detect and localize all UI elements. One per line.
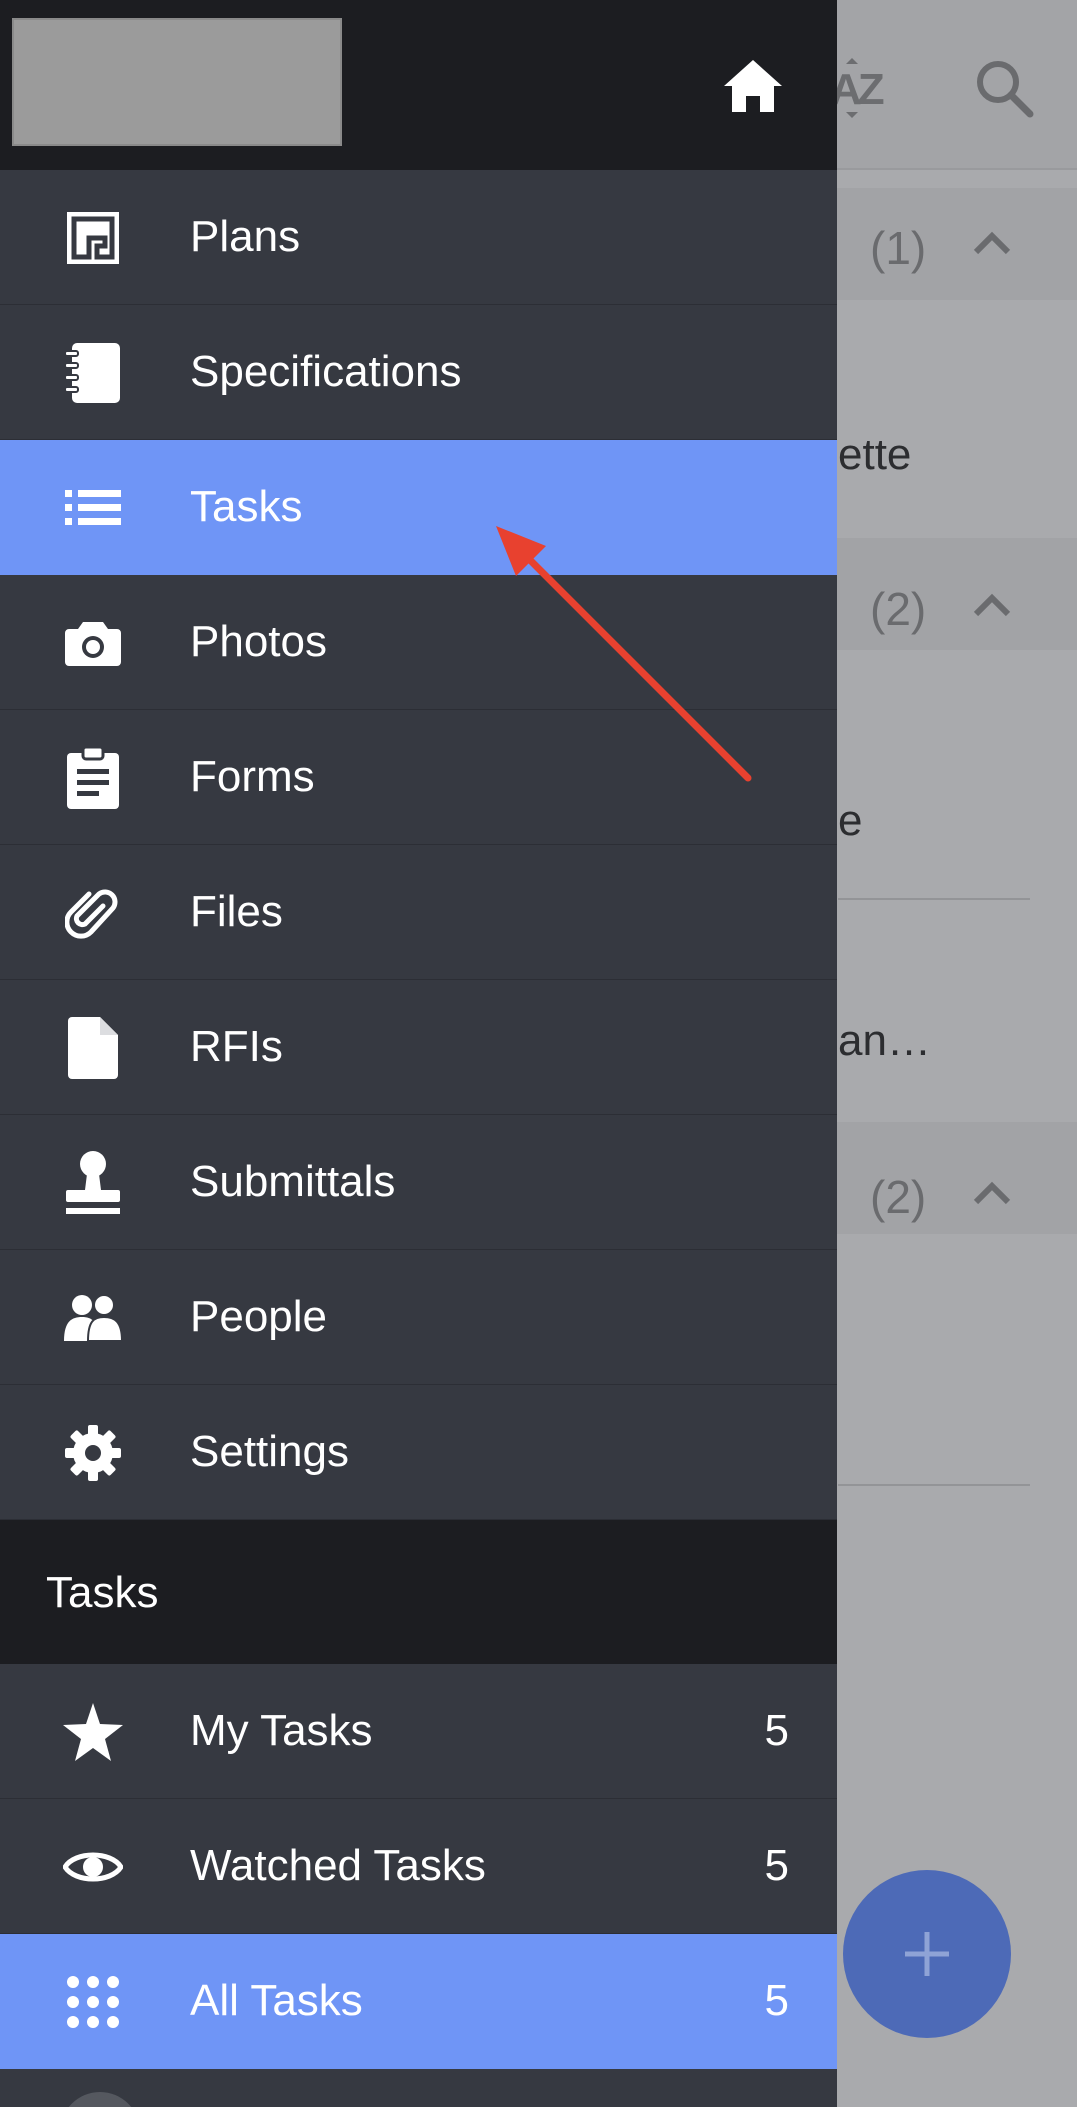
search-icon (972, 56, 1036, 120)
section-header-tasks: Tasks (0, 1520, 837, 1664)
task-filter-label: Watched Tasks (190, 1841, 486, 1890)
task-filter-list: My Tasks 5 Watched Tasks 5 All Tasks 5 (0, 1664, 837, 2069)
nav-item-specifications[interactable]: Specifications (0, 305, 837, 440)
group-count: (1) (870, 222, 927, 274)
task-filter-all-tasks[interactable]: All Tasks 5 (0, 1934, 837, 2069)
nav-item-label: Tasks (190, 482, 303, 531)
nav-item-label: Settings (190, 1427, 349, 1476)
background-row-text: ette (838, 430, 912, 479)
nav-item-settings[interactable]: Settings (0, 1385, 837, 1520)
nav-item-photos[interactable]: Photos (0, 575, 837, 710)
task-count: 5 (764, 1841, 789, 1890)
company-logo (12, 18, 342, 146)
svg-text:AZ: AZ (830, 65, 884, 114)
clipboard-icon (62, 747, 124, 809)
nav-item-label: Submittals (190, 1157, 396, 1206)
nav-item-people[interactable]: People (0, 1250, 837, 1385)
nav-item-tasks[interactable]: Tasks (0, 440, 837, 575)
nav-item-label: Forms (190, 752, 315, 801)
task-filter-my-tasks[interactable]: My Tasks 5 (0, 1664, 837, 1799)
group-count: (2) (870, 583, 927, 635)
nav-item-submittals[interactable]: Submittals (0, 1115, 837, 1250)
task-count: 5 (764, 1976, 789, 2025)
divider (838, 1484, 1030, 1486)
task-filter-label: All Tasks (190, 1976, 363, 2025)
task-filter-watched-tasks[interactable]: Watched Tasks 5 (0, 1799, 837, 1934)
chevron-up-icon (968, 582, 1016, 630)
nav-list: Plans Specifications Tasks Photos Forms … (0, 170, 837, 1520)
group-count: (2) (870, 1171, 927, 1223)
chevron-up-icon (968, 220, 1016, 268)
nav-item-files[interactable]: Files (0, 845, 837, 980)
divider (838, 898, 1030, 900)
chevron-up-icon (968, 1170, 1016, 1218)
nav-item-label: Files (190, 887, 283, 936)
floor-plan-icon (62, 207, 124, 269)
avatar (60, 2092, 140, 2107)
nav-item-label: RFIs (190, 1022, 283, 1071)
list-icon (62, 477, 124, 539)
sort-az-icon: AZ (828, 56, 900, 120)
section-title: Tasks (46, 1568, 159, 1617)
navigation-drawer: Plans Specifications Tasks Photos Forms … (0, 0, 837, 2107)
eye-icon (62, 1836, 124, 1898)
add-fab-button (843, 1870, 1011, 2038)
nav-item-rfis[interactable]: RFIs (0, 980, 837, 1115)
nav-item-label: People (190, 1292, 328, 1341)
people-icon (62, 1287, 124, 1349)
drawer-header (0, 0, 837, 170)
nav-item-forms[interactable]: Forms (0, 710, 837, 845)
gear-icon (62, 1422, 124, 1484)
notebook-icon (62, 342, 124, 404)
star-icon (62, 1701, 124, 1763)
nav-item-label: Plans (190, 212, 301, 261)
nav-item-plans[interactable]: Plans (0, 170, 837, 305)
grid-icon (62, 1971, 124, 2033)
nav-item-label: Photos (190, 617, 327, 666)
nav-item-label: Specifications (190, 347, 462, 396)
task-count: 5 (764, 1706, 789, 1755)
background-row-text: e (838, 796, 863, 845)
paperclip-icon (62, 882, 124, 944)
stamp-icon (62, 1151, 124, 1214)
task-filter-label: My Tasks (190, 1706, 373, 1755)
background-row-text: an… (838, 1016, 931, 1065)
document-icon (62, 1017, 124, 1079)
home-icon[interactable] (722, 58, 784, 114)
camera-icon (62, 612, 124, 674)
plus-icon (905, 1932, 949, 1976)
